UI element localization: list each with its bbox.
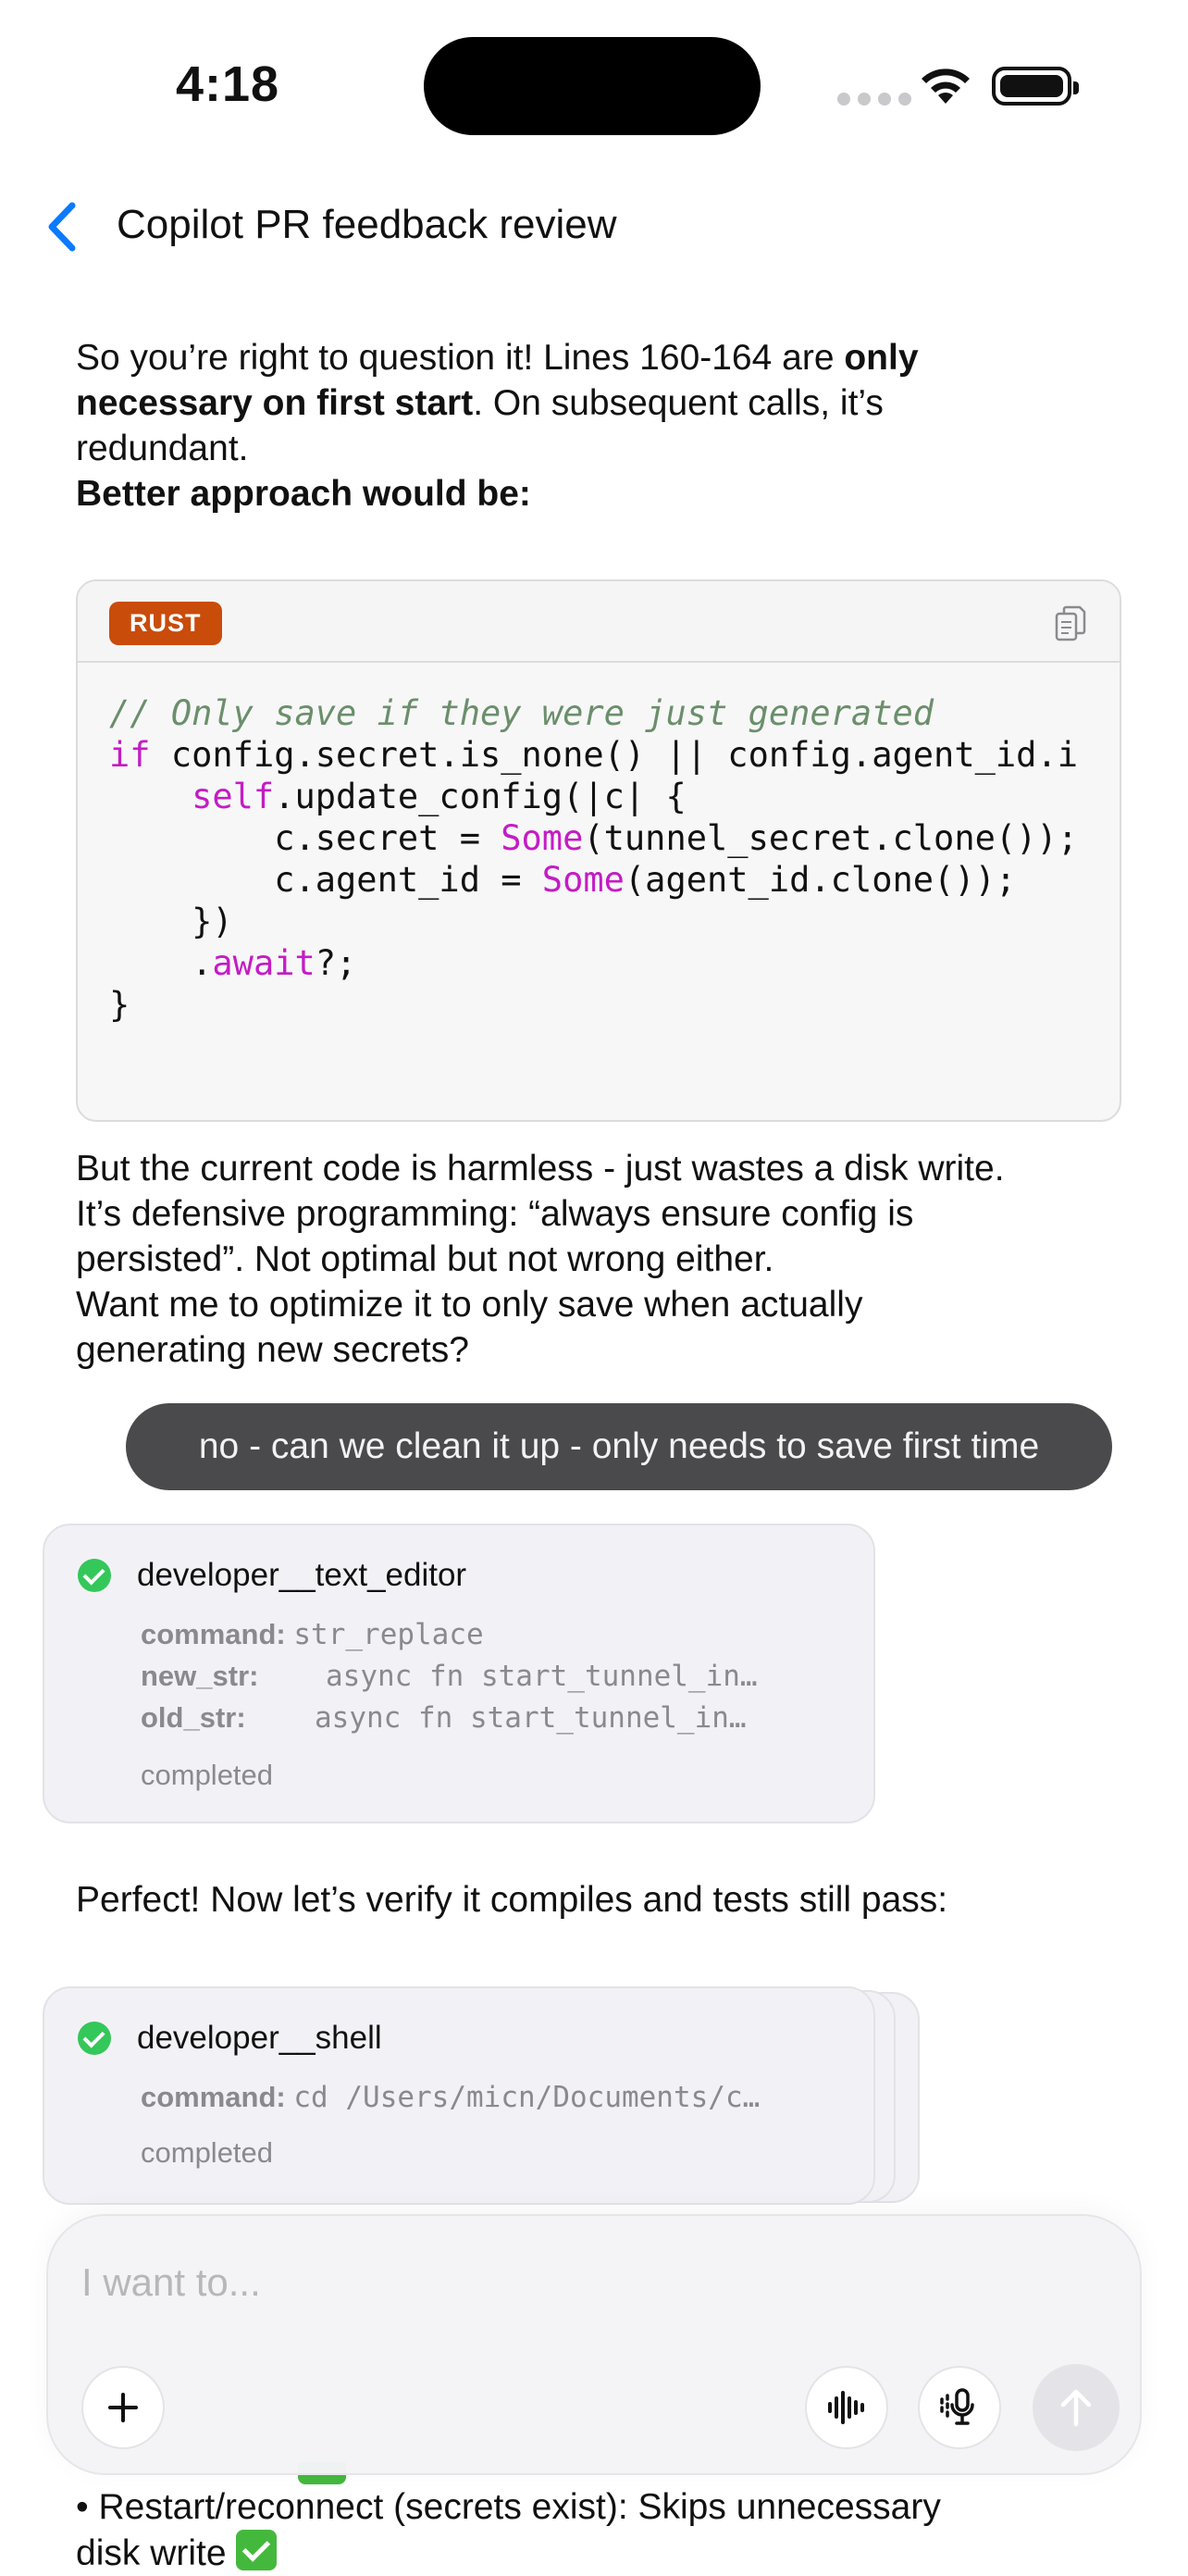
copy-icon[interactable] xyxy=(1055,605,1086,647)
tool-param-new-str: new_str: async fn start_tunnel_in… xyxy=(141,1660,758,1693)
check-mark-emoji-icon xyxy=(236,2530,278,2570)
check-circle-icon xyxy=(78,2022,111,2055)
battery-icon xyxy=(992,67,1079,106)
back-chevron-icon[interactable] xyxy=(37,194,93,259)
tool-param-old-str: old_str: async fn start_tunnel_in… xyxy=(141,1701,747,1735)
tool-call-card[interactable]: developer__shell command: cd /Users/micn… xyxy=(43,1986,875,2205)
tool-name: developer__shell xyxy=(137,2020,382,2056)
message-composer[interactable]: I want to... xyxy=(46,2214,1142,2475)
status-time: 4:18 xyxy=(176,56,280,112)
dynamic-island xyxy=(424,37,761,135)
tool-status: completed xyxy=(141,2136,274,2169)
plus-icon xyxy=(108,2393,138,2422)
send-button[interactable] xyxy=(1033,2364,1120,2451)
cellular-signal-icon xyxy=(837,93,911,106)
check-circle-icon xyxy=(78,1559,111,1592)
tool-param-command: command: cd /Users/micn/Documents/c… xyxy=(141,2081,761,2114)
tool-status: completed xyxy=(141,1759,274,1791)
voice-mode-button[interactable] xyxy=(805,2366,888,2449)
assistant-message: So you’re right to question it! Lines 16… xyxy=(76,338,919,514)
code-content: // Only save if they were just generated… xyxy=(109,693,1078,1025)
waveform-icon xyxy=(828,2391,864,2424)
tool-param-command: command: str_replace xyxy=(141,1618,484,1651)
tool-name: developer__text_editor xyxy=(137,1557,467,1593)
wifi-icon xyxy=(918,63,973,110)
conversation-title: Copilot PR feedback review xyxy=(117,202,617,247)
composer-input[interactable]: I want to... xyxy=(81,2260,261,2305)
tool-call-card[interactable]: developer__text_editor command: str_repl… xyxy=(43,1524,875,1823)
language-badge: RUST xyxy=(109,602,222,645)
code-block-header: RUST xyxy=(78,581,1120,663)
user-message-bubble: no - can we clean it up - only needs to … xyxy=(126,1403,1112,1490)
assistant-message: • Restart/reconnect (secrets exist): Ski… xyxy=(76,2487,941,2573)
code-block: RUST // Only save if they were just gene… xyxy=(76,579,1121,1122)
microphone-icon xyxy=(940,2388,974,2425)
dictation-button[interactable] xyxy=(918,2366,1001,2449)
send-arrow-icon xyxy=(1060,2389,1092,2427)
add-attachment-button[interactable] xyxy=(81,2366,165,2449)
assistant-message: Perfect! Now let’s verify it compiles an… xyxy=(76,1880,948,1920)
assistant-message: But the current code is harmless - just … xyxy=(76,1149,1005,1370)
